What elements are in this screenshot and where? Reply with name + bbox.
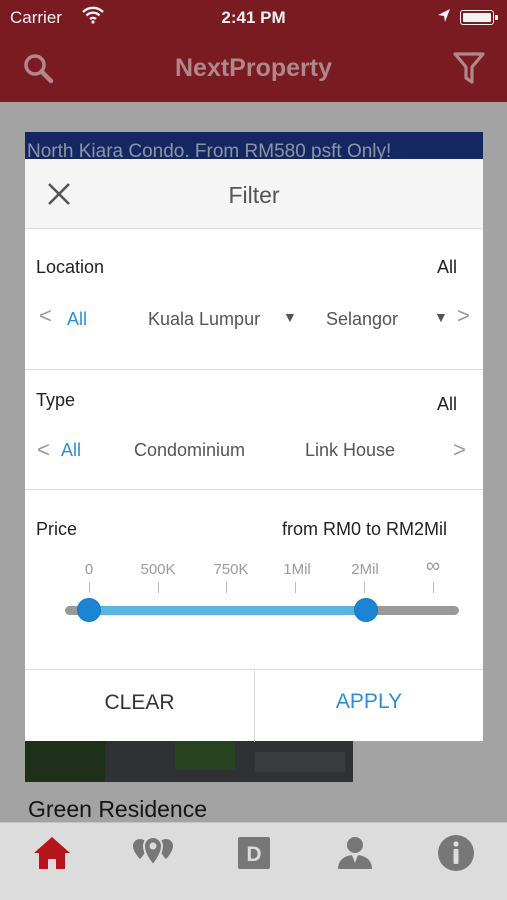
price-tick-label: 500K <box>140 561 176 578</box>
type-option-condominium[interactable]: Condominium <box>134 440 245 461</box>
home-icon[interactable] <box>32 833 72 873</box>
tick-mark <box>364 582 365 593</box>
location-arrow-icon <box>437 8 451 29</box>
price-tick-label: 750K <box>213 561 249 578</box>
map-pins-icon[interactable] <box>130 833 176 873</box>
d-icon[interactable]: D <box>236 833 276 873</box>
battery-icon <box>460 10 498 25</box>
location-section: Location All < All Kuala Lumpur ▼ Selang… <box>25 229 483 370</box>
person-icon[interactable] <box>336 833 376 873</box>
location-option-all[interactable]: All <box>67 309 87 330</box>
chevron-left-icon[interactable]: < <box>39 303 52 329</box>
location-label: Location <box>36 257 105 277</box>
location-value: All <box>436 257 457 277</box>
caret-down-icon: ▼ <box>283 309 297 325</box>
type-section: Type All < All Condominium Link House > <box>25 370 483 490</box>
location-option-selangor[interactable]: Selangor <box>326 309 398 330</box>
type-label: Type <box>36 390 76 410</box>
filter-modal: Filter Location All < All Kuala Lumpur ▼… <box>25 159 483 742</box>
tick-mark <box>158 582 159 593</box>
filter-title: Filter <box>228 182 280 208</box>
tick-mark <box>226 582 227 593</box>
info-icon[interactable] <box>436 833 476 873</box>
price-max-handle[interactable] <box>355 599 377 621</box>
app-title: NextProperty <box>175 54 332 82</box>
filter-icon[interactable] <box>453 51 485 90</box>
filter-header: Filter <box>25 159 483 229</box>
type-option-link-house[interactable]: Link House <box>305 440 395 461</box>
price-min-handle[interactable] <box>78 599 100 621</box>
price-slider-range <box>89 606 366 615</box>
location-option-kuala-lumpur[interactable]: Kuala Lumpur <box>148 309 260 330</box>
tick-mark <box>295 582 296 593</box>
tick-mark <box>89 582 90 593</box>
type-option-all[interactable]: All <box>61 440 81 461</box>
price-label: Price <box>36 519 78 539</box>
filter-footer: CLEAR APPLY <box>25 669 483 742</box>
chevron-right-icon[interactable]: > <box>453 437 466 463</box>
status-bar: Carrier 2:41 PM <box>0 0 507 36</box>
svg-text:D: D <box>246 843 261 866</box>
tick-mark <box>433 582 434 593</box>
price-value: from RM0 to RM2Mil <box>281 519 447 539</box>
clear-button[interactable]: CLEAR <box>25 670 255 742</box>
apply-button[interactable]: APPLY <box>255 670 483 742</box>
price-tick-label: 1Mil <box>283 561 311 578</box>
caret-down-icon: ▼ <box>434 309 448 325</box>
price-tick-label: 2Mil <box>351 561 379 578</box>
price-tick-label: 0 <box>84 561 94 578</box>
type-value: All <box>436 394 457 414</box>
price-tick-label: ∞ <box>425 555 441 577</box>
bottom-tab-bar: D <box>0 822 507 900</box>
status-time: 2:41 PM <box>221 8 286 27</box>
chevron-right-icon[interactable]: > <box>457 303 470 329</box>
chevron-left-icon[interactable]: < <box>37 437 50 463</box>
top-nav-bar: NextProperty <box>0 36 507 102</box>
